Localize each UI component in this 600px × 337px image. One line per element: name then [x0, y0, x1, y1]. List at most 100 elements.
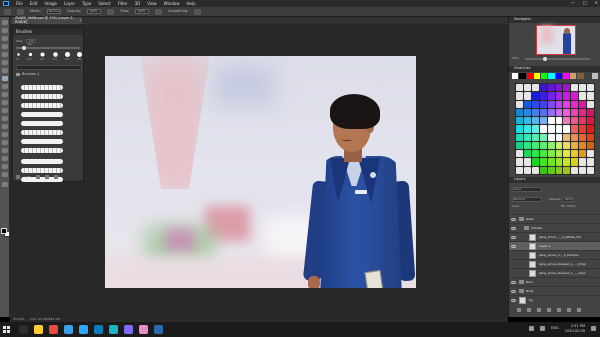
brush-stroke-preview[interactable] — [21, 121, 63, 126]
color-cell[interactable] — [579, 141, 587, 150]
color-cell[interactable] — [571, 108, 579, 117]
color-cell[interactable] — [531, 92, 539, 100]
healing-brush-tool-icon[interactable] — [2, 68, 8, 73]
color-cell[interactable] — [579, 150, 587, 158]
move-tool-icon[interactable] — [2, 20, 8, 25]
brush-stroke-preview[interactable] — [21, 112, 63, 117]
brush-tool-icon[interactable] — [2, 76, 8, 81]
brush-preset-dot[interactable] — [17, 53, 20, 56]
blur-tool-icon[interactable] — [2, 116, 8, 121]
color-swatch[interactable] — [555, 73, 562, 79]
navigator-zoom-thumb[interactable] — [543, 56, 547, 61]
airbrush-icon[interactable] — [155, 8, 163, 15]
color-cell[interactable] — [539, 150, 547, 158]
color-cell[interactable] — [539, 108, 547, 117]
brush-stroke-preview[interactable] — [21, 85, 63, 90]
type-tool-icon[interactable] — [2, 140, 8, 145]
path-select-tool-icon[interactable] — [2, 148, 8, 153]
color-cell[interactable] — [563, 117, 571, 125]
foreground-color-swatch[interactable] — [1, 228, 7, 234]
delete-layer-icon[interactable] — [577, 308, 581, 312]
marquee-tool-icon[interactable] — [2, 28, 8, 33]
color-cell[interactable] — [571, 133, 579, 141]
brush-stroke-preview[interactable] — [21, 148, 63, 153]
brush-stroke-preview[interactable] — [21, 103, 63, 108]
pressure-opacity-icon[interactable] — [107, 8, 115, 15]
color-cell[interactable] — [516, 117, 523, 125]
taskbar-app-icon[interactable] — [34, 325, 43, 334]
dodge-tool-icon[interactable] — [2, 124, 8, 129]
visibility-eye-icon[interactable] — [511, 217, 516, 221]
photoshop-logo-icon[interactable] — [3, 1, 9, 6]
color-cell[interactable] — [563, 100, 571, 108]
minimize-button[interactable]: — — [571, 1, 575, 5]
maximize-button[interactable]: □ — [583, 1, 587, 5]
language-indicator[interactable]: ENG — [551, 326, 559, 331]
layer-row[interactable]: Rem — [509, 277, 600, 286]
layer-row[interactable]: jiang_amos_dressed_s_..._oden — [509, 268, 600, 277]
color-cell[interactable] — [555, 117, 563, 125]
color-swatch[interactable] — [570, 73, 577, 79]
color-cell[interactable] — [579, 108, 587, 117]
taskbar-app-icon[interactable] — [154, 325, 163, 334]
color-cell[interactable] — [539, 133, 547, 141]
color-cell[interactable] — [579, 117, 587, 125]
taskbar-app-icon[interactable] — [79, 325, 88, 334]
color-cell[interactable] — [516, 84, 523, 92]
brush-picker-icon[interactable] — [17, 8, 24, 15]
color-wheel-swatches[interactable] — [515, 83, 595, 175]
color-swatch[interactable] — [541, 73, 548, 79]
menu-view[interactable]: View — [147, 1, 157, 6]
brush-folder[interactable]: Brushes 1 — [16, 72, 39, 77]
swatches-panel-tab[interactable]: Swatches — [509, 66, 600, 72]
color-cell[interactable] — [531, 133, 539, 141]
color-cell[interactable] — [555, 92, 563, 100]
menu-3d[interactable]: 3D — [135, 1, 141, 6]
layer-row[interactable]: jiang_amos_..._a_pfitate_lila — [509, 232, 600, 241]
color-cell[interactable] — [523, 108, 531, 117]
color-cell[interactable] — [523, 166, 531, 174]
color-cell[interactable] — [563, 141, 571, 150]
color-cell[interactable] — [516, 108, 523, 117]
gradient-tool-icon[interactable] — [2, 108, 8, 113]
color-cell[interactable] — [563, 84, 571, 92]
color-cell[interactable] — [587, 141, 594, 150]
color-swatch[interactable] — [591, 73, 598, 79]
color-cell[interactable] — [555, 158, 563, 166]
taskbar-app-icon[interactable] — [19, 325, 28, 334]
color-cell[interactable] — [547, 166, 555, 174]
color-cell[interactable] — [516, 150, 523, 158]
color-cell[interactable] — [579, 166, 587, 174]
color-cell[interactable] — [516, 100, 523, 108]
taskbar-app-icon[interactable] — [139, 325, 148, 334]
layer-opacity-field[interactable]: 100% — [562, 197, 575, 202]
color-cell[interactable] — [539, 100, 547, 108]
new-layer-icon[interactable] — [567, 308, 571, 312]
color-swatch[interactable] — [548, 73, 555, 79]
document-canvas[interactable] — [105, 56, 416, 288]
visibility-eye-icon[interactable] — [511, 235, 516, 239]
color-cell[interactable] — [555, 125, 563, 133]
hand-tool-icon[interactable] — [2, 164, 8, 169]
color-cell[interactable] — [523, 117, 531, 125]
color-cell[interactable] — [555, 133, 563, 141]
status-zoom[interactable]: 33.33% — [13, 318, 24, 321]
opacity-field[interactable]: 100% — [87, 9, 102, 14]
menu-layer[interactable]: Layer — [64, 1, 75, 6]
color-cell[interactable] — [563, 150, 571, 158]
visibility-eye-icon[interactable] — [511, 263, 516, 266]
visibility-eye-icon[interactable] — [511, 298, 516, 302]
new-brush-icon[interactable] — [44, 175, 49, 179]
navigator-zoom-slider[interactable] — [525, 56, 590, 61]
color-cell[interactable] — [587, 166, 594, 174]
brush-stroke-preview[interactable] — [21, 159, 63, 164]
brush-size-field[interactable]: 175 px — [26, 39, 37, 46]
mode-dropdown[interactable]: Normal — [46, 9, 61, 14]
color-cell[interactable] — [579, 133, 587, 141]
shape-tool-icon[interactable] — [2, 156, 8, 161]
color-cell[interactable] — [587, 92, 594, 100]
color-cell[interactable] — [523, 150, 531, 158]
color-cell[interactable] — [523, 133, 531, 141]
quick-select-tool-icon[interactable] — [2, 44, 8, 49]
taskbar-app-icon[interactable] — [49, 325, 58, 334]
